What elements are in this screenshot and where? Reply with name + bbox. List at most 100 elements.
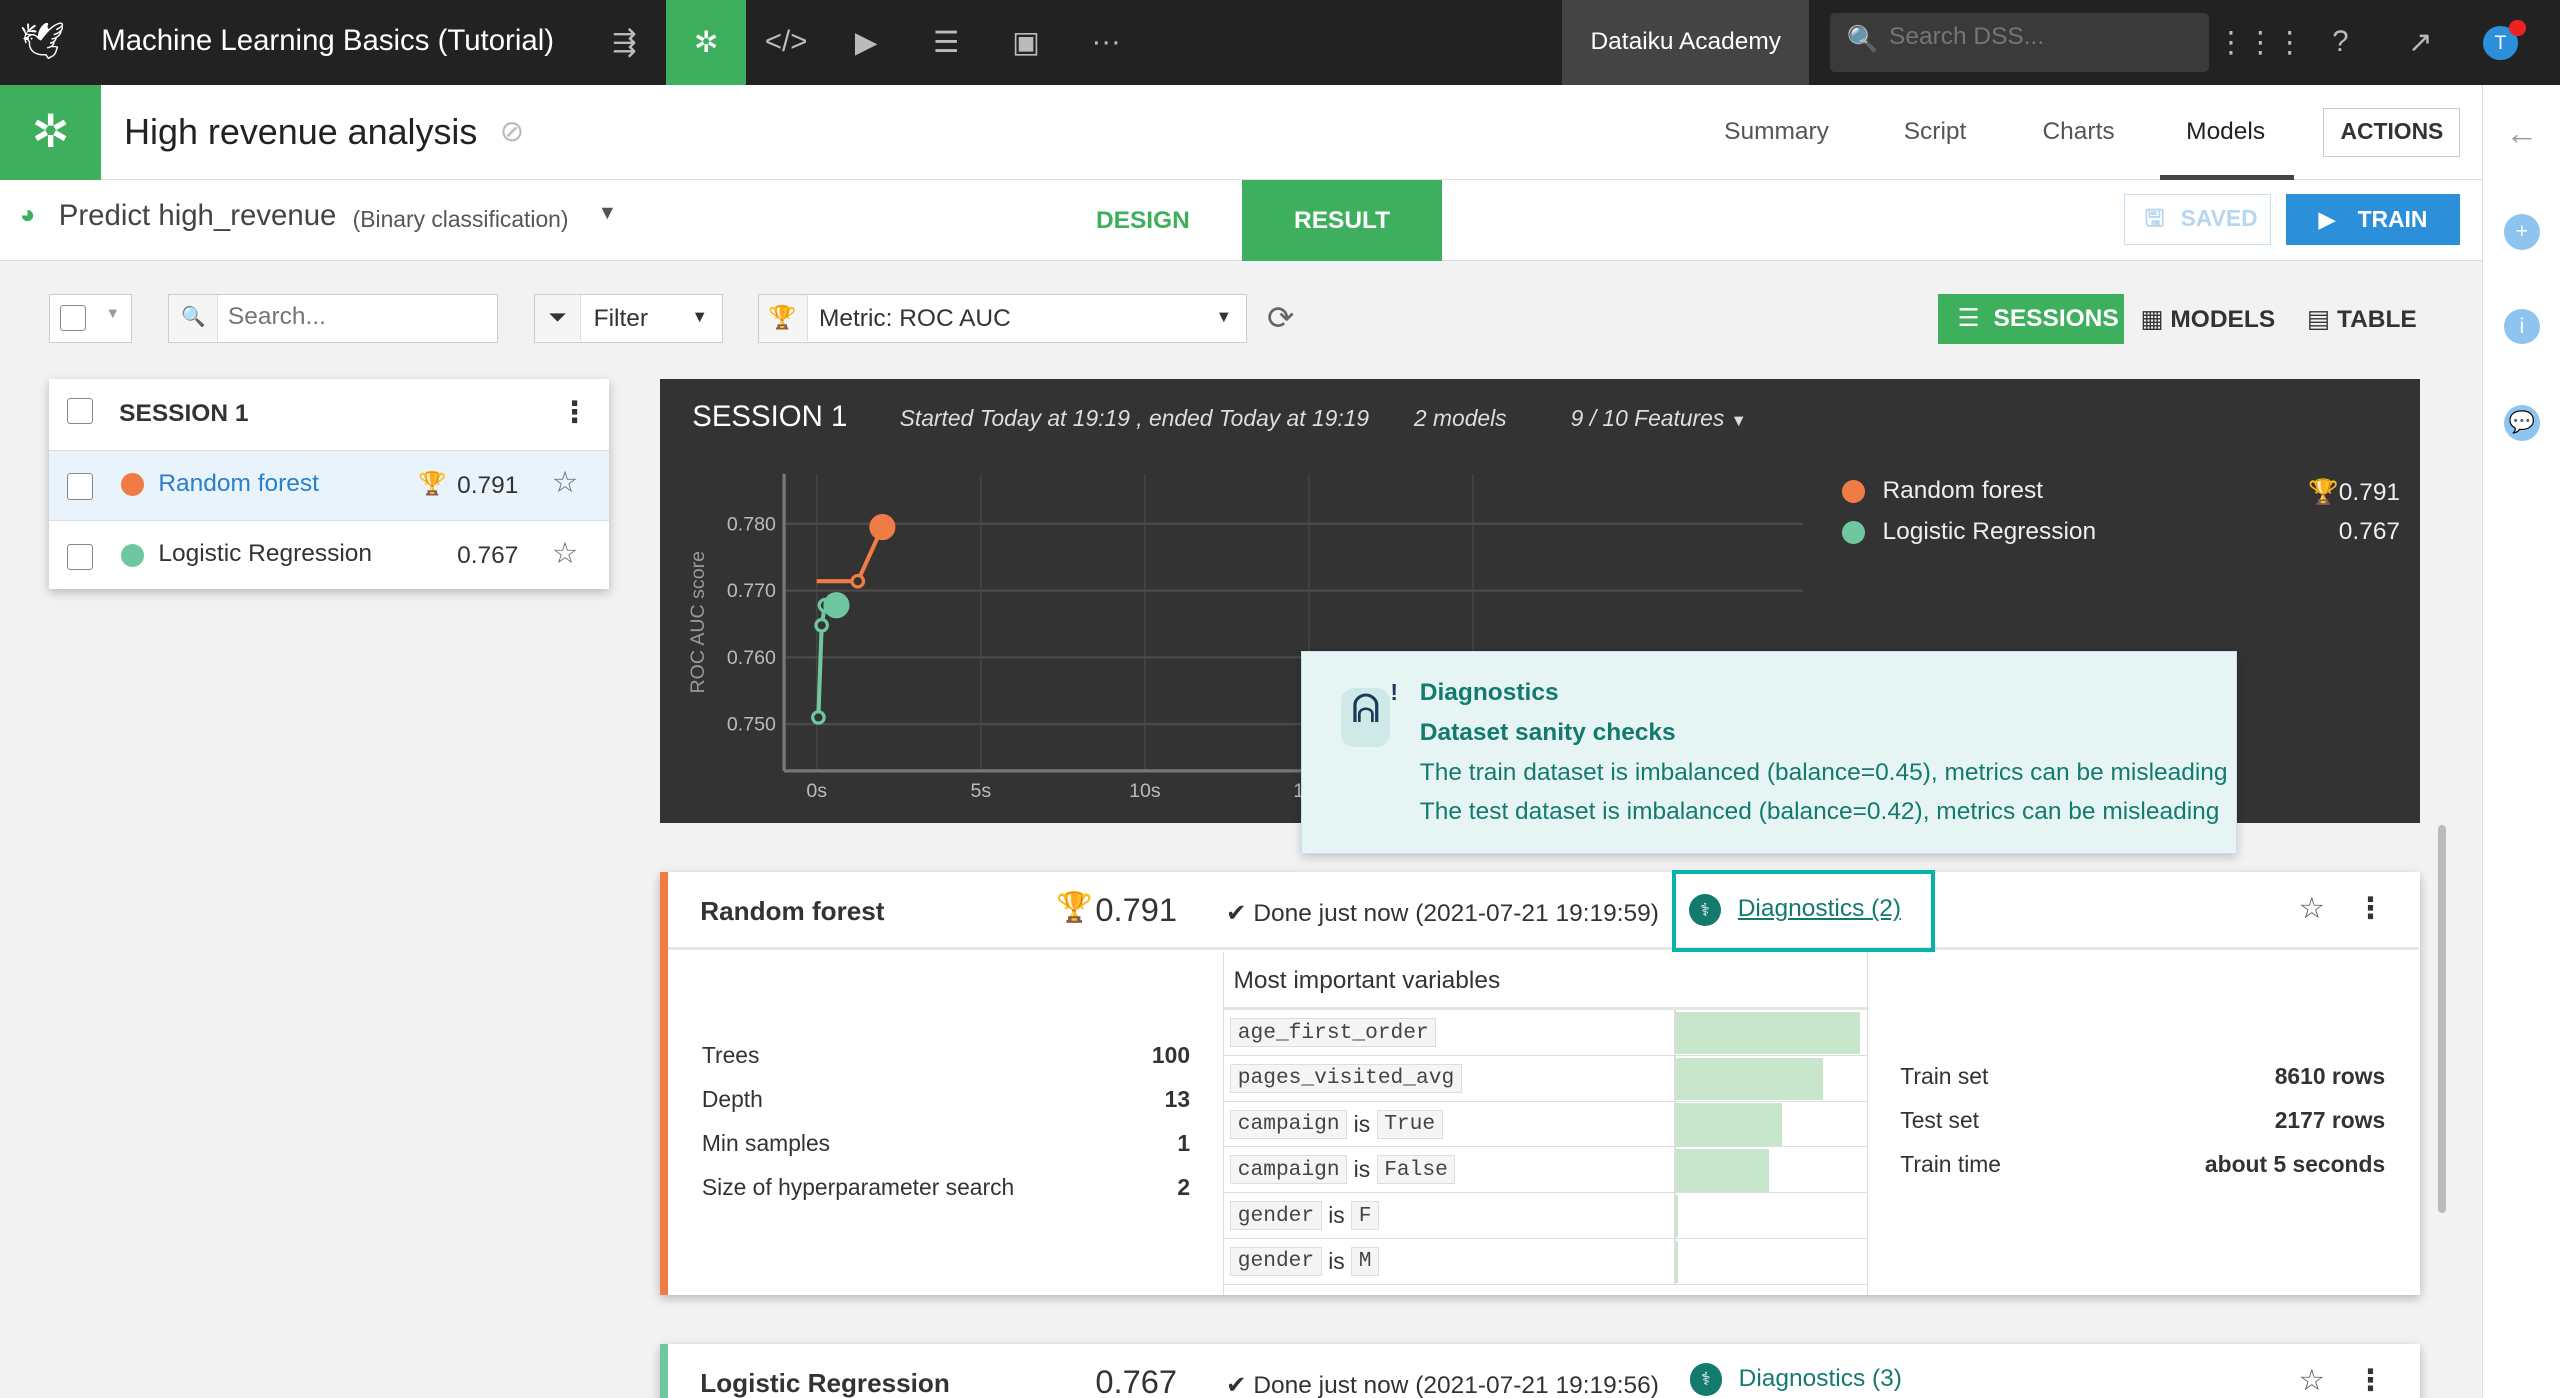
select-all-checkbox[interactable]: ▼ <box>48 293 133 343</box>
variable-row: age_first_order <box>1223 1010 1867 1057</box>
tooltip-line: The test dataset is imbalanced (balance=… <box>1419 797 2220 825</box>
search-input[interactable] <box>1889 22 2200 51</box>
deploy-icon[interactable]: ☰ <box>906 0 986 85</box>
data-point <box>868 513 896 540</box>
code-icon[interactable]: </> <box>746 0 826 85</box>
model-status: ✔ Done just now (2021-07-21 19:19:59) <box>1225 899 1659 927</box>
session-title: SESSION 1 <box>119 400 249 427</box>
more-icon[interactable]: ··· <box>1066 0 1146 85</box>
saved-button[interactable]: 🖫 SAVED <box>2124 194 2272 245</box>
tab-design[interactable]: DESIGN <box>1045 180 1241 262</box>
actions-button[interactable]: ACTIONS <box>2323 107 2461 157</box>
search-input[interactable] <box>227 303 490 332</box>
academy-button[interactable]: Dataiku Academy <box>1562 0 1810 85</box>
param-label: Min samples <box>701 1129 831 1156</box>
analysis-title[interactable]: High revenue analysis <box>124 111 477 153</box>
tab-result[interactable]: RESULT <box>1242 179 1442 262</box>
kebab-menu-icon[interactable]: ⋮ <box>560 395 589 430</box>
play-icon[interactable]: ▶ <box>826 0 906 85</box>
model-checkbox[interactable] <box>66 543 94 570</box>
star-icon[interactable]: ☆ <box>2299 891 2325 926</box>
tab-models[interactable]: Models <box>2186 118 2265 146</box>
x-tick-label: 0s <box>806 780 827 802</box>
param-label: Depth <box>701 1085 763 1112</box>
variable-row: campaign is True <box>1223 1102 1867 1148</box>
card-header: Random forest 🏆 0.791 ✔ Done just now (2… <box>667 870 2420 952</box>
model-name[interactable]: Logistic Regression <box>700 1368 950 1398</box>
model-checkbox[interactable] <box>66 473 94 500</box>
variable-token: True <box>1376 1109 1443 1139</box>
model-color-dot <box>120 473 144 497</box>
sessions-view-button[interactable]: ☰ SESSIONS <box>1938 293 2125 345</box>
analysis-icon[interactable]: ✲ <box>666 0 747 85</box>
info-icon[interactable]: i <box>2503 308 2540 345</box>
model-name[interactable]: Random forest <box>700 896 884 927</box>
model-card-logistic-regression: Logistic Regression 0.767 ✔ Done just no… <box>659 1343 2420 1398</box>
data-point <box>850 573 865 589</box>
models-view-button[interactable]: ▦ MODELS <box>2140 304 2275 334</box>
flow-icon[interactable]: ⇶ <box>585 0 665 85</box>
param-label: Size of hyperparameter search <box>701 1173 1015 1200</box>
session-list: SESSION 1 ⋮ Random forest 🏆 0.791 ☆ Logi… <box>48 378 609 590</box>
task-name[interactable]: Predict high_revenue <box>59 199 337 233</box>
variable-row: gender is M <box>1223 1239 1867 1285</box>
right-sidebar: ← + i 💬 <box>2481 84 2560 1398</box>
activity-icon[interactable]: ↗ <box>2380 0 2460 85</box>
metric-dropdown[interactable]: 🏆 Metric: ROC AUC ▼ <box>757 293 1248 343</box>
x-tick-label: 10s <box>1129 780 1161 802</box>
param-value: 1 <box>1177 1129 1191 1156</box>
dashboard-icon[interactable]: ▣ <box>986 0 1066 85</box>
tab-script[interactable]: Script <box>1904 118 1967 146</box>
train-button[interactable]: ▶ TRAIN <box>2285 194 2461 245</box>
chevron-down-icon: ▼ <box>691 307 708 326</box>
table-label: TABLE <box>2336 305 2417 333</box>
dataiku-bird-logo-icon[interactable]: 🕊 <box>20 20 66 62</box>
help-icon[interactable]: ? <box>2300 0 2380 85</box>
chat-icon[interactable]: 💬 <box>2503 404 2540 441</box>
star-icon[interactable]: ☆ <box>552 536 578 571</box>
diagnostics-link[interactable]: ⚕ Diagnostics (2) <box>1671 870 1935 952</box>
star-icon[interactable]: ☆ <box>552 465 578 500</box>
stethoscope-icon: ⚕ <box>1689 1363 1723 1396</box>
back-arrow-icon[interactable]: ← <box>2506 114 2539 152</box>
scrollbar[interactable] <box>2437 824 2446 1214</box>
table-view-button[interactable]: ▤ TABLE <box>2307 304 2417 334</box>
project-title[interactable]: Machine Learning Basics (Tutorial) <box>101 24 554 58</box>
tab-summary[interactable]: Summary <box>1724 118 1829 146</box>
variable-token: F <box>1351 1200 1379 1231</box>
refresh-icon[interactable]: ⟳ <box>1267 299 1294 337</box>
session-checkbox[interactable] <box>66 398 94 425</box>
session-header[interactable]: SESSION 1 ⋮ <box>48 379 609 451</box>
variable-token: gender <box>1230 1200 1322 1231</box>
search-box[interactable]: 🔍 <box>1830 13 2210 72</box>
x-tick-label: 5s <box>970 780 991 802</box>
edit-icon[interactable]: ⊘ <box>500 114 525 149</box>
tooltip-title: Diagnostics <box>1419 678 1559 706</box>
tab-charts[interactable]: Charts <box>2043 118 2115 146</box>
kebab-menu-icon[interactable]: ⋮ <box>2356 891 2385 926</box>
list-item[interactable]: Random forest 🏆 0.791 ☆ <box>48 450 609 521</box>
apps-grid-icon[interactable]: ⋮⋮⋮ <box>2216 0 2304 85</box>
prediction-icon: ◕ <box>19 199 36 230</box>
model-color-dot <box>120 543 144 567</box>
chevron-down-icon[interactable]: ▼ <box>105 306 120 322</box>
chevron-down-icon[interactable]: ▼ <box>598 202 617 225</box>
save-icon: 🖫 <box>2144 205 2165 232</box>
variable-operator: is <box>1353 1156 1371 1183</box>
stat-value: 2177 rows <box>2274 1106 2386 1133</box>
stat-value: about 5 seconds <box>2204 1151 2386 1178</box>
model-score: 0.767 <box>457 542 519 570</box>
model-name[interactable]: Logistic Regression <box>158 540 372 568</box>
search-box[interactable]: 🔍 <box>168 293 498 343</box>
top-nav-bar: 🕊 Machine Learning Basics (Tutorial) ⇶ ✲… <box>0 0 2560 85</box>
filter-dropdown[interactable]: ⏷ Filter ▼ <box>533 293 724 343</box>
model-name[interactable]: Random forest <box>158 470 319 498</box>
add-icon[interactable]: + <box>2503 213 2540 250</box>
star-icon[interactable]: ☆ <box>2299 1363 2325 1398</box>
list-item[interactable]: Logistic Regression 0.767 ☆ <box>49 521 609 590</box>
variable-token: gender <box>1230 1246 1322 1276</box>
task-type: (Binary classification) <box>352 205 569 232</box>
y-axis-label: ROC AUC score <box>687 551 709 694</box>
stat-label: Train set <box>1900 1062 1989 1089</box>
kebab-menu-icon[interactable]: ⋮ <box>2356 1363 2385 1398</box>
